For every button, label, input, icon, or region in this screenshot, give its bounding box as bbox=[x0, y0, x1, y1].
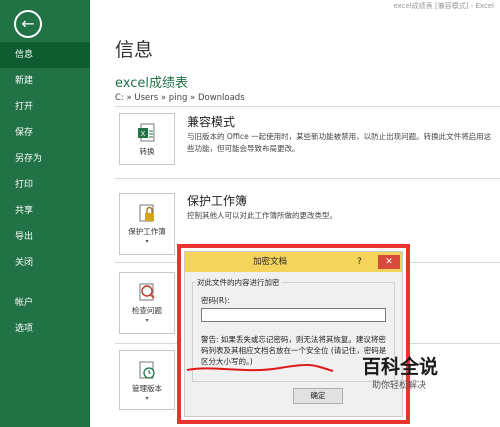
close-icon[interactable]: ✕ bbox=[378, 255, 400, 269]
window-title: excel成绩表 [兼容模式] - Excel bbox=[393, 2, 494, 10]
convert-button[interactable]: X 转换 bbox=[119, 113, 175, 165]
sidebar-item-options[interactable]: 选项 bbox=[0, 316, 90, 342]
svg-text:X: X bbox=[141, 131, 146, 138]
tile-label: 转换 bbox=[139, 147, 155, 156]
file-path[interactable]: C: » Users » ping » Downloads bbox=[115, 93, 245, 103]
sidebar-item-print[interactable]: 打印 bbox=[0, 172, 90, 198]
watermark-title: 百科全说 bbox=[362, 356, 439, 378]
section-desc-protect: 控制其他人可以对此工作簿所做的更改类型。 bbox=[187, 211, 337, 220]
section-desc-compatibility: 与旧版本的 Office 一起使用时，某些新功能被禁用，以防止出现问题。转换此文… bbox=[187, 132, 492, 153]
sidebar-item-account[interactable]: 帐户 bbox=[0, 290, 90, 316]
back-arrow-icon[interactable]: ← bbox=[14, 10, 42, 38]
tile-label: 检查问题 bbox=[132, 306, 162, 315]
sidebar-item-export[interactable]: 导出 bbox=[0, 224, 90, 250]
sidebar-item-save-as[interactable]: 另存为 bbox=[0, 146, 90, 172]
check-issues-button[interactable]: 检查问题 ▾ bbox=[119, 272, 175, 334]
manage-versions-button[interactable]: 管理版本 ▾ bbox=[119, 350, 175, 410]
section-title-compatibility: 兼容模式 bbox=[187, 115, 236, 129]
red-underline-annotation bbox=[186, 363, 334, 372]
encrypt-document-dialog: 加密文档 ? ✕ 对此文件的内容进行加密 密码(R): 警告: 如果丢失或忘记密… bbox=[184, 251, 403, 417]
excel-convert-icon: X bbox=[138, 123, 155, 142]
sidebar-item-open[interactable]: 打开 bbox=[0, 94, 90, 120]
password-field[interactable] bbox=[201, 308, 386, 322]
highlight-frame: 加密文档 ? ✕ 对此文件的内容进行加密 密码(R): 警告: 如果丢失或忘记密… bbox=[177, 244, 410, 424]
versions-icon bbox=[139, 361, 155, 379]
file-name: excel成绩表 bbox=[115, 76, 188, 91]
section-title-protect: 保护工作簿 bbox=[187, 194, 248, 208]
sidebar-item-info[interactable]: 信息 bbox=[0, 42, 90, 68]
divider bbox=[115, 178, 500, 179]
sidebar-item-close[interactable]: 关闭 bbox=[0, 250, 90, 276]
chevron-down-icon: ▾ bbox=[145, 395, 149, 402]
divider bbox=[115, 106, 500, 107]
chevron-down-icon: ▾ bbox=[145, 317, 149, 324]
chevron-down-icon: ▾ bbox=[145, 238, 149, 245]
backstage-sidebar: ← 信息 新建 打开 保存 另存为 打印 共享 导出 关闭 帐户 选项 bbox=[0, 0, 90, 427]
group-legend: 对此文件的内容进行加密 bbox=[195, 277, 282, 288]
protect-workbook-button[interactable]: 保护工作簿 ▾ bbox=[119, 193, 175, 255]
tile-label: 保护工作簿 bbox=[128, 227, 166, 236]
tile-label: 管理版本 bbox=[132, 384, 162, 393]
sidebar-item-new[interactable]: 新建 bbox=[0, 68, 90, 94]
sidebar-item-save[interactable]: 保存 bbox=[0, 120, 90, 146]
page-title: 信息 bbox=[115, 39, 154, 61]
lock-icon bbox=[139, 204, 154, 222]
dialog-titlebar: 加密文档 ? ✕ bbox=[185, 252, 402, 272]
help-icon[interactable]: ? bbox=[357, 252, 362, 272]
password-label: 密码(R): bbox=[201, 296, 230, 305]
sidebar-item-share[interactable]: 共享 bbox=[0, 198, 90, 224]
ok-button[interactable]: 确定 bbox=[293, 388, 343, 404]
dialog-title: 加密文档 bbox=[252, 257, 287, 267]
inspect-icon bbox=[139, 283, 155, 301]
watermark-subtitle: 助你轻松解决 bbox=[372, 381, 427, 391]
